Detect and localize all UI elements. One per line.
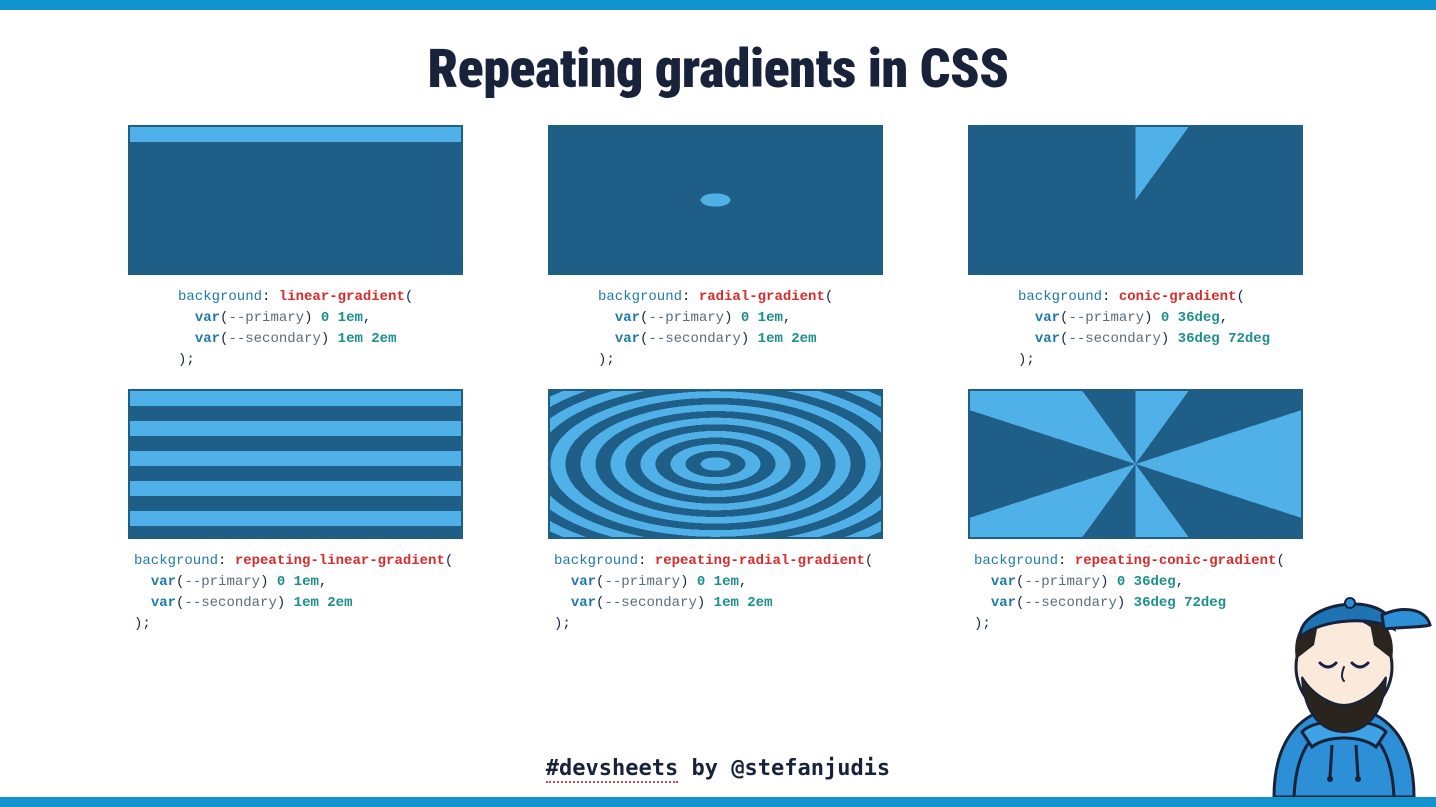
code-radial-gradient: background: radial-gradient( var(--prima…: [548, 287, 888, 371]
footer-hashtag: #devsheets: [546, 756, 678, 783]
code-repeating-linear-gradient: background: repeating-linear-gradient( v…: [128, 551, 468, 635]
footer-credit: #devsheets by @stefanjudis: [0, 756, 1436, 781]
example-linear: background: linear-gradient( var(--prima…: [128, 125, 468, 371]
example-repeating-radial: background: repeating-radial-gradient( v…: [548, 389, 888, 635]
author-avatar-illustration: [1254, 567, 1434, 797]
top-accent-bar: [0, 0, 1436, 10]
code-linear-gradient: background: linear-gradient( var(--prima…: [128, 287, 468, 371]
code-repeating-radial-gradient: background: repeating-radial-gradient( v…: [548, 551, 888, 635]
swatch-repeating-radial-gradient: [548, 389, 883, 539]
bottom-accent-bar: [0, 797, 1436, 807]
swatch-linear-gradient: [128, 125, 463, 275]
footer-handle: @stefanjudis: [731, 756, 890, 781]
swatch-repeating-conic-gradient: [968, 389, 1303, 539]
example-radial: background: radial-gradient( var(--prima…: [548, 125, 888, 371]
swatch-conic-gradient: [968, 125, 1303, 275]
swatch-radial-gradient: [548, 125, 883, 275]
footer-by: by: [678, 756, 731, 781]
code-conic-gradient: background: conic-gradient( var(--primar…: [968, 287, 1308, 371]
swatch-repeating-linear-gradient: [128, 389, 463, 539]
examples-grid: background: linear-gradient( var(--prima…: [128, 125, 1308, 635]
example-repeating-linear: background: repeating-linear-gradient( v…: [128, 389, 468, 635]
page-title: Repeating gradients in CSS: [0, 38, 1436, 101]
example-conic: background: conic-gradient( var(--primar…: [968, 125, 1308, 371]
